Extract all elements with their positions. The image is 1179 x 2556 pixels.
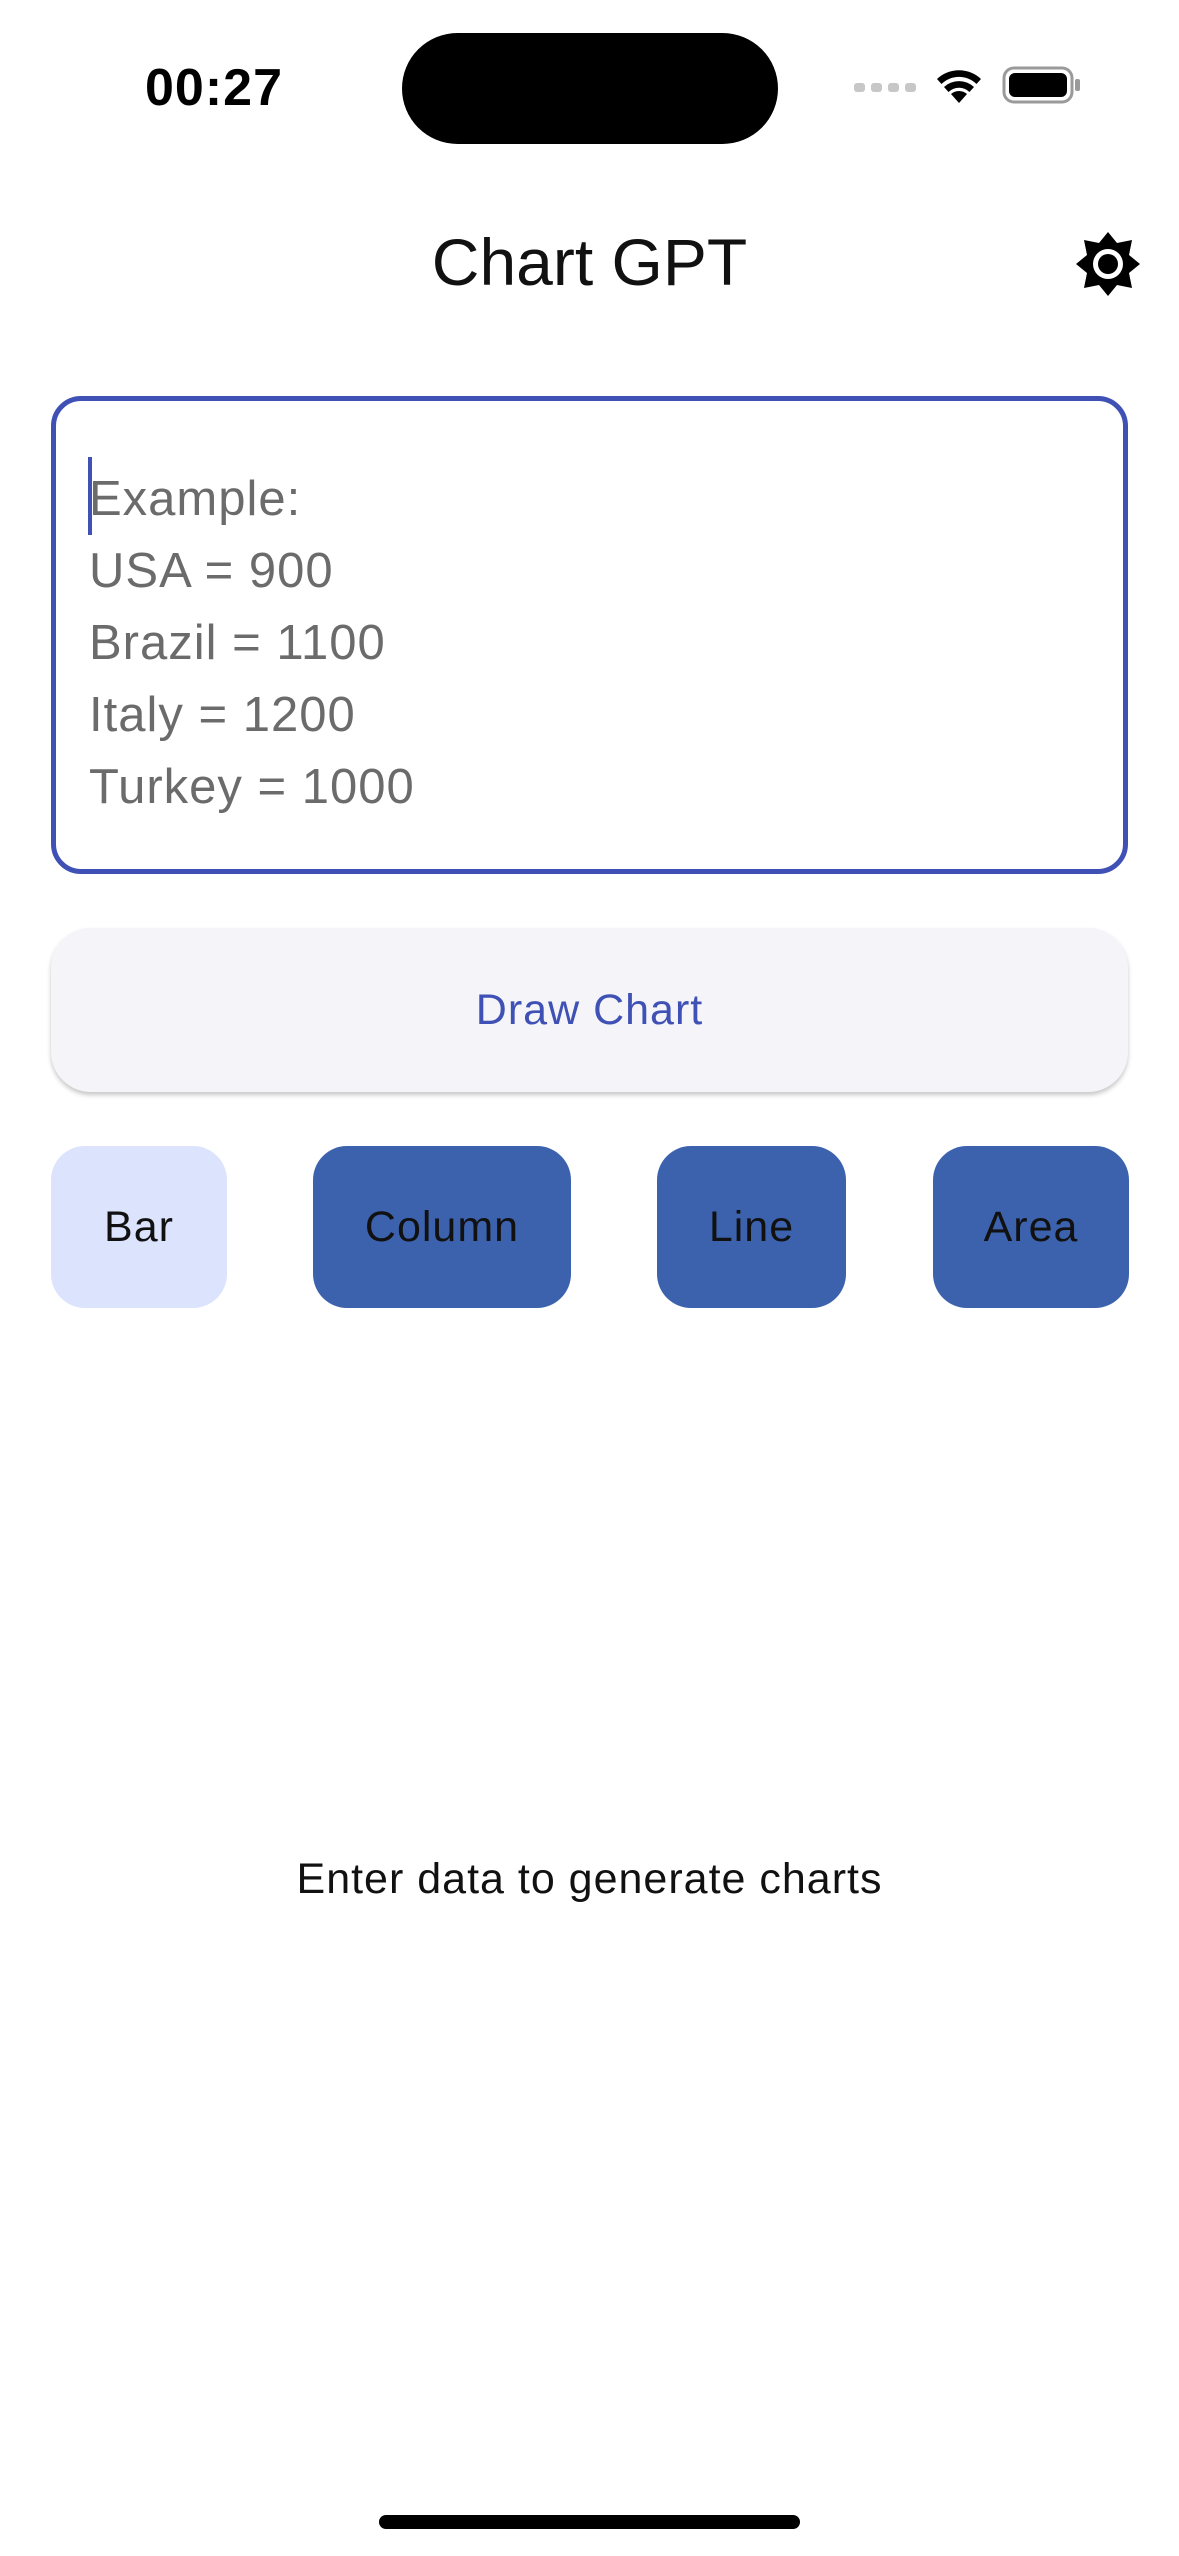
status-bar: 00:27 (0, 0, 1179, 170)
data-input-placeholder: Example: USA = 900 Brazil = 1100 Italy =… (89, 472, 415, 814)
status-icons (854, 64, 1082, 110)
brightness-icon[interactable] (1072, 228, 1144, 300)
app-header: Chart GPT (0, 210, 1179, 320)
dynamic-island (402, 33, 778, 144)
chart-type-area[interactable]: Area (933, 1146, 1129, 1308)
cellular-signal-icon (854, 82, 916, 92)
chart-type-bar[interactable]: Bar (51, 1146, 227, 1308)
chart-type-column[interactable]: Column (313, 1146, 571, 1308)
empty-state-message: Enter data to generate charts (296, 1855, 883, 1903)
chart-type-line[interactable]: Line (657, 1146, 846, 1308)
status-time: 00:27 (145, 59, 283, 117)
page-title: Chart GPT (431, 225, 748, 299)
draw-chart-button[interactable]: Draw Chart (51, 928, 1128, 1092)
wifi-icon (934, 65, 984, 110)
data-input-field[interactable]: Example: USA = 900 Brazil = 1100 Italy =… (51, 396, 1128, 874)
home-indicator[interactable] (379, 2515, 800, 2529)
battery-icon (1002, 65, 1082, 110)
